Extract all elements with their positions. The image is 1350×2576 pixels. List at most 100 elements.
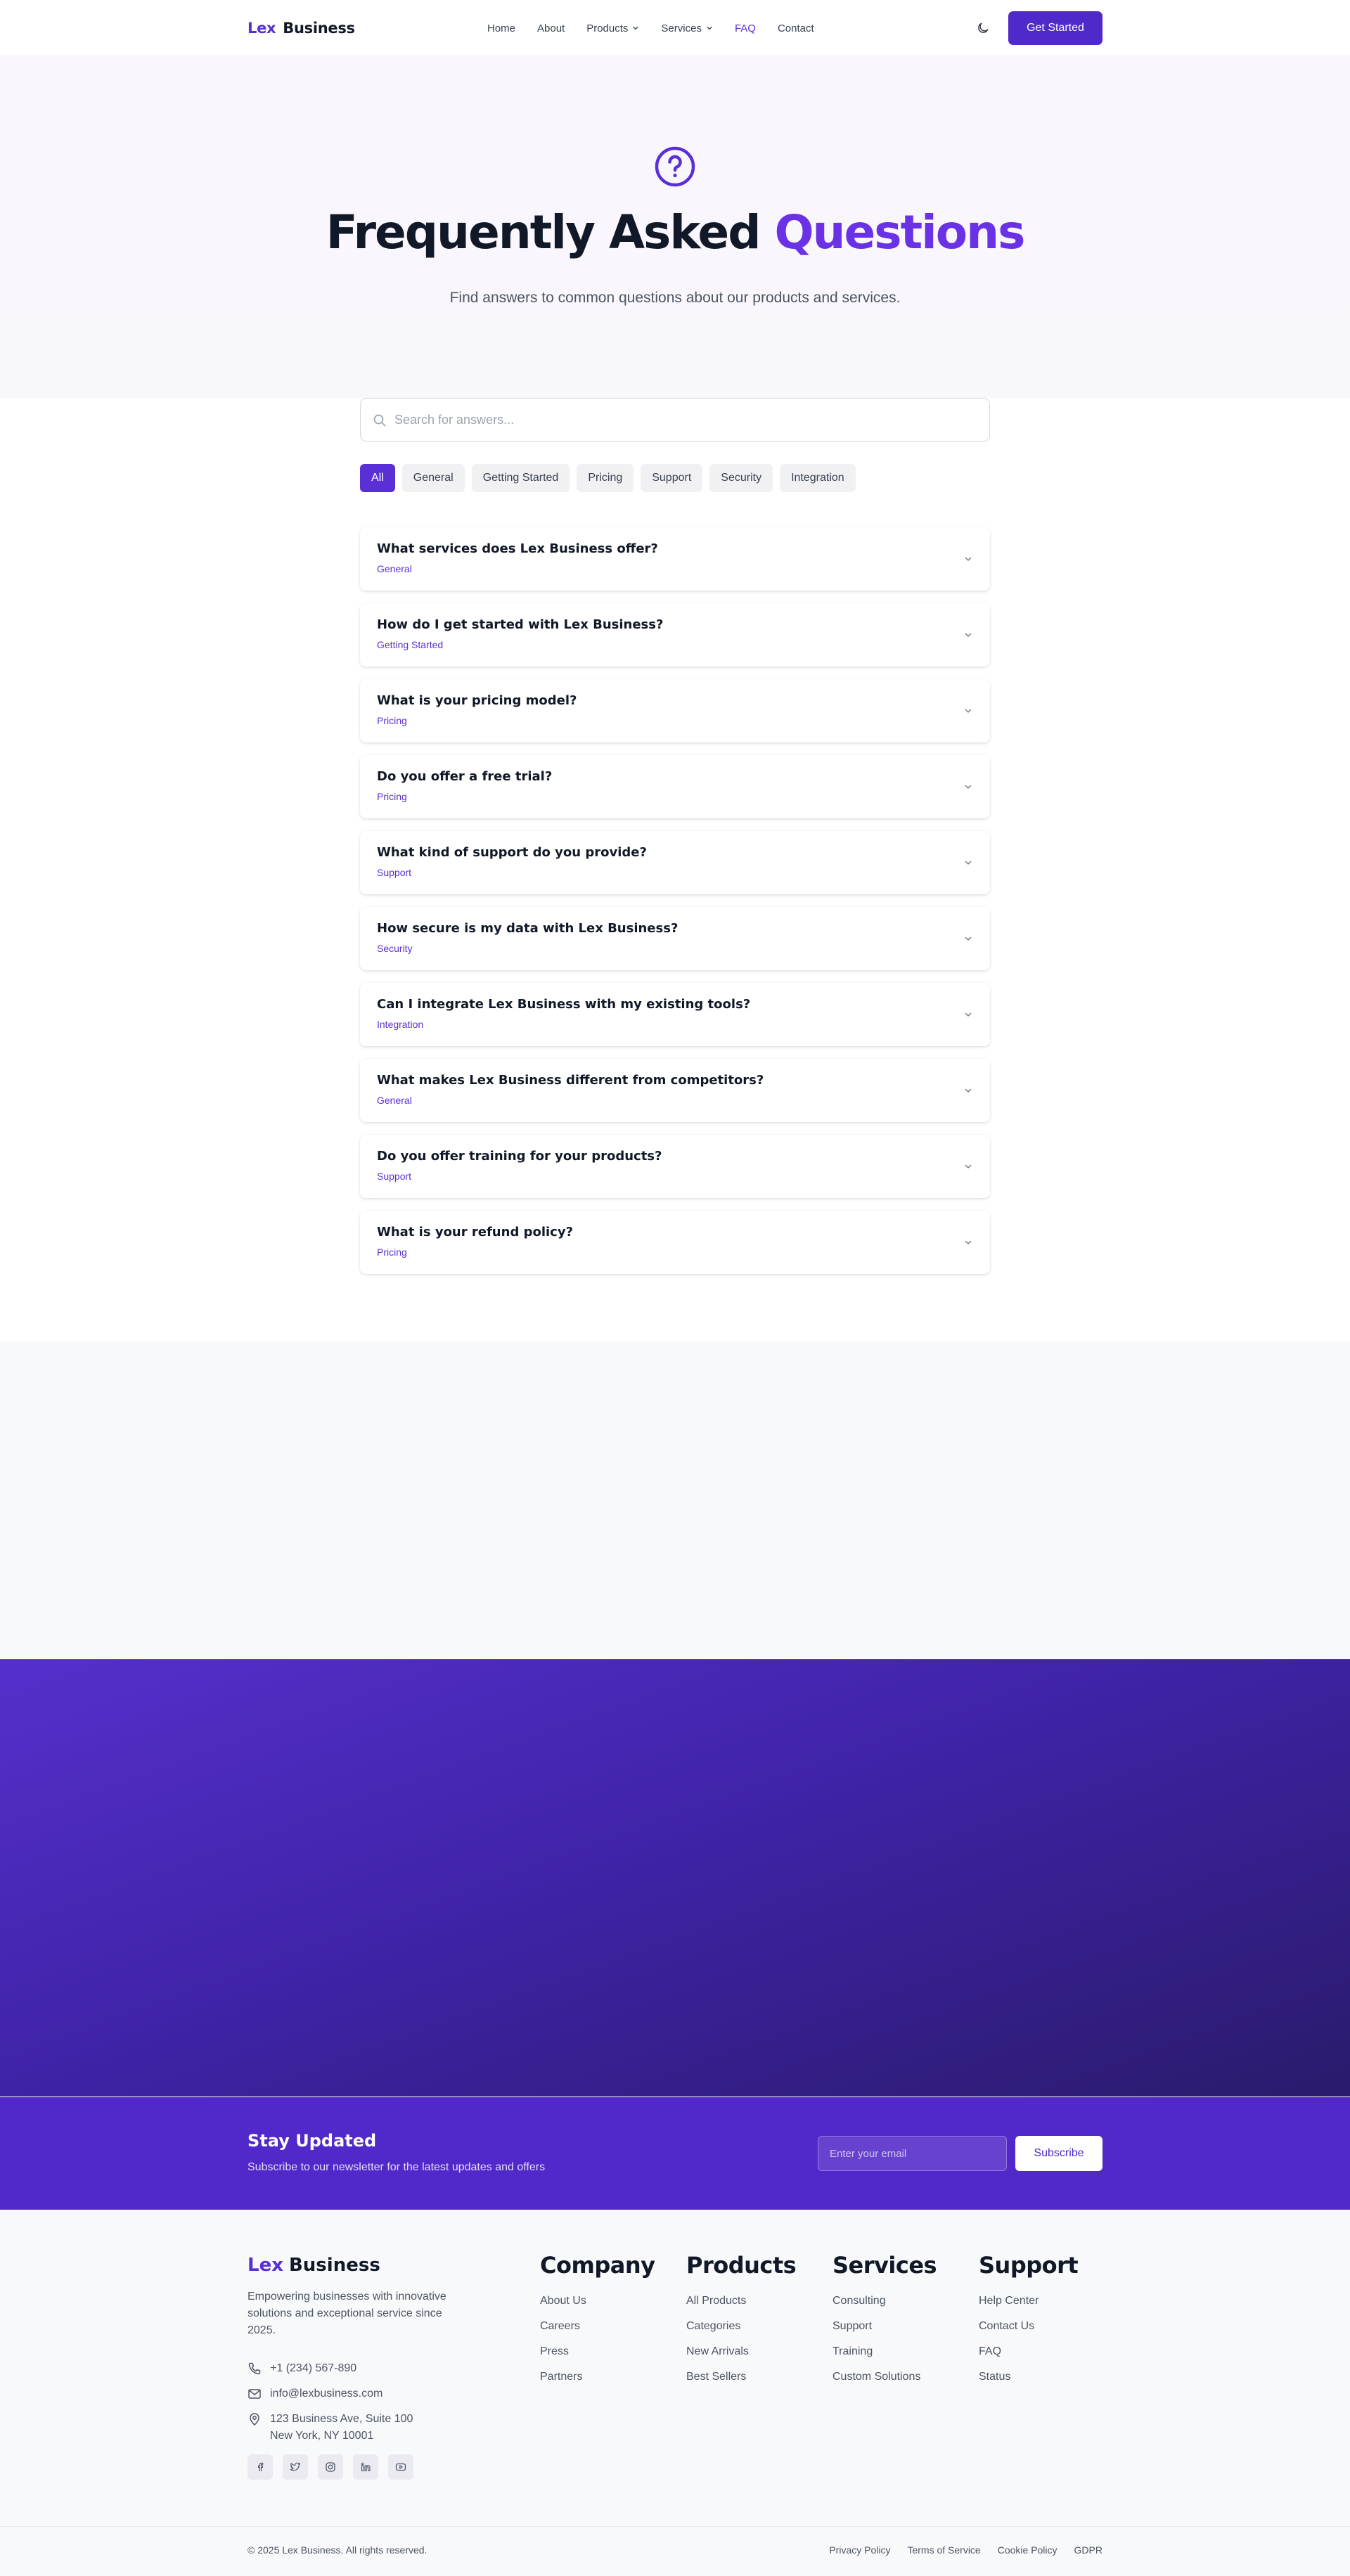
subscribe-button[interactable]: Subscribe bbox=[1015, 2136, 1102, 2171]
faq-list: What services does Lex Business offer? G… bbox=[360, 527, 990, 1287]
twitter-link[interactable] bbox=[283, 2454, 308, 2480]
facebook-link[interactable] bbox=[248, 2454, 273, 2480]
faq-category: General bbox=[377, 563, 412, 574]
nav-link-faq-label: FAQ bbox=[734, 22, 756, 34]
footer-link[interactable]: FAQ bbox=[979, 2339, 1078, 2364]
question-circle-icon bbox=[655, 146, 695, 187]
chevron-down-icon bbox=[965, 861, 972, 865]
faq-item[interactable]: How secure is my data with Lex Business?… bbox=[360, 907, 990, 970]
footer-description: Empowering businesses with innovative so… bbox=[248, 2291, 446, 2336]
faq-item[interactable]: What is your pricing model? Pricing bbox=[360, 679, 990, 742]
footer-link[interactable]: Support bbox=[832, 2314, 937, 2339]
theme-toggle-button[interactable] bbox=[974, 19, 992, 37]
faq-item[interactable]: Do you offer a free trial? Pricing bbox=[360, 755, 990, 818]
footer-link[interactable]: Contact Us bbox=[979, 2314, 1078, 2339]
faq-item[interactable]: Can I integrate Lex Business with my exi… bbox=[360, 983, 990, 1046]
nav-link-contact[interactable]: Contact bbox=[778, 22, 814, 34]
footer-link[interactable]: Training bbox=[832, 2339, 937, 2364]
footer-link[interactable]: New Arrivals bbox=[686, 2339, 796, 2364]
filter-chip-integration[interactable]: Integration bbox=[780, 464, 856, 492]
instagram-link[interactable] bbox=[318, 2454, 343, 2480]
faq-search-box bbox=[360, 398, 990, 442]
get-started-button[interactable]: Get Started bbox=[1008, 11, 1102, 45]
linkedin-link[interactable] bbox=[353, 2454, 378, 2480]
cookie-policy-link[interactable]: Cookie Policy bbox=[998, 2544, 1058, 2556]
faq-question: What makes Lex Business different from c… bbox=[377, 1073, 764, 1088]
footer-link[interactable]: Best Sellers bbox=[686, 2364, 796, 2390]
faq-question: What is your pricing model? bbox=[377, 693, 577, 708]
filter-chip-pricing[interactable]: Pricing bbox=[577, 464, 634, 492]
newsletter-title: Stay Updated bbox=[248, 2131, 377, 2151]
nav-link-home[interactable]: Home bbox=[487, 22, 515, 34]
chevron-down-icon bbox=[965, 1088, 972, 1093]
filter-chip-getting-started[interactable]: Getting Started bbox=[471, 464, 570, 492]
footer-logo[interactable]: Lex Business bbox=[248, 2255, 380, 2276]
navbar-container: Lex Business Home About Products Services… bbox=[248, 0, 1102, 56]
footer-link[interactable]: About Us bbox=[540, 2288, 655, 2314]
faq-question: Do you offer training for your products? bbox=[377, 1149, 662, 1164]
faq-item[interactable]: What makes Lex Business different from c… bbox=[360, 1059, 990, 1122]
newsletter-section: Stay Updated Subscribe to our newsletter… bbox=[0, 2097, 1350, 2210]
chevron-down-icon bbox=[965, 557, 972, 561]
nav-dropdown-products[interactable]: Products bbox=[586, 22, 639, 34]
search-input[interactable] bbox=[394, 399, 971, 441]
mail-icon bbox=[248, 2389, 261, 2399]
faq-question: How secure is my data with Lex Business? bbox=[377, 921, 679, 936]
footer-link[interactable]: Categories bbox=[686, 2314, 796, 2339]
terms-of-service-link[interactable]: Terms of Service bbox=[907, 2544, 980, 2556]
gdpr-link[interactable]: GDPR bbox=[1074, 2544, 1102, 2556]
footer-address-text: 123 Business Ave, Suite 100 New York, NY… bbox=[270, 2411, 413, 2445]
faq-item[interactable]: What is your refund policy? Pricing bbox=[360, 1211, 990, 1274]
nav-link-faq[interactable]: FAQ bbox=[735, 22, 756, 34]
copyright-text: © 2025 Lex Business. All rights reserved… bbox=[248, 2544, 428, 2556]
filter-chip-support[interactable]: Support bbox=[641, 464, 703, 492]
nav-dropdown-products-label: Products bbox=[586, 22, 629, 34]
nav-dropdown-services[interactable]: Services bbox=[661, 22, 713, 34]
footer-link[interactable]: Partners bbox=[540, 2364, 655, 2390]
footer-link[interactable]: Status bbox=[979, 2364, 1078, 2390]
faq-item[interactable]: Do you offer training for your products?… bbox=[360, 1135, 990, 1198]
map-pin-icon bbox=[250, 2413, 259, 2426]
footer-column-services: Services Consulting Support Training Cus… bbox=[832, 2252, 937, 2390]
faq-item[interactable]: What services does Lex Business offer? G… bbox=[360, 527, 990, 591]
footer-email[interactable]: info@lexbusiness.com bbox=[248, 2385, 382, 2402]
footer-link[interactable]: Consulting bbox=[832, 2288, 937, 2314]
footer-link[interactable]: Custom Solutions bbox=[832, 2364, 937, 2390]
faq-category: Pricing bbox=[377, 715, 407, 726]
footer-logo-business: Business bbox=[288, 2255, 380, 2276]
footer-link[interactable]: All Products bbox=[686, 2288, 796, 2314]
chevron-down-icon bbox=[965, 785, 972, 789]
faq-question: Can I integrate Lex Business with my exi… bbox=[377, 997, 751, 1012]
linkedin-icon bbox=[361, 2462, 371, 2472]
footer-link[interactable]: Help Center bbox=[979, 2288, 1078, 2314]
nav-link-home-label: Home bbox=[487, 22, 516, 34]
filter-chip-all[interactable]: All bbox=[360, 464, 395, 492]
filter-chip-security[interactable]: Security bbox=[709, 464, 773, 492]
newsletter-email-input[interactable] bbox=[818, 2136, 1007, 2171]
faq-item[interactable]: How do I get started with Lex Business? … bbox=[360, 603, 990, 666]
faq-category: Support bbox=[377, 1171, 412, 1182]
footer-link[interactable]: Careers bbox=[540, 2314, 655, 2339]
footer-link[interactable]: Press bbox=[540, 2339, 655, 2364]
filter-chip-general[interactable]: General bbox=[401, 464, 465, 492]
faq-item[interactable]: What kind of support do you provide? Sup… bbox=[360, 831, 990, 894]
youtube-link[interactable] bbox=[388, 2454, 413, 2480]
social-links bbox=[248, 2454, 413, 2480]
faq-category: Pricing bbox=[377, 791, 407, 802]
footer-email-text: info@lexbusiness.com bbox=[270, 2388, 383, 2400]
footer-column-support: Support Help Center Contact Us FAQ Statu… bbox=[979, 2252, 1079, 2390]
nav-link-about[interactable]: About bbox=[537, 22, 565, 34]
chevron-down-icon bbox=[965, 1164, 972, 1168]
main-menu: Home About Products Services FAQ Contact bbox=[487, 0, 836, 56]
newsletter-subtitle: Subscribe to our newsletter for the late… bbox=[248, 2161, 546, 2173]
footer-column-title: Products bbox=[686, 2252, 797, 2279]
hero-section: Frequently Asked Questions Find answers … bbox=[0, 56, 1350, 398]
chevron-down-icon bbox=[965, 633, 972, 637]
brand-logo[interactable]: Lex Business bbox=[248, 20, 355, 37]
chevron-down-icon bbox=[965, 936, 972, 941]
footer-phone[interactable]: +1 (234) 567-890 bbox=[248, 2360, 356, 2377]
page-title: Frequently Asked Questions bbox=[0, 205, 1350, 259]
privacy-policy-link[interactable]: Privacy Policy bbox=[829, 2544, 890, 2556]
footer-column-title: Company bbox=[540, 2252, 655, 2279]
youtube-icon bbox=[395, 2463, 406, 2471]
